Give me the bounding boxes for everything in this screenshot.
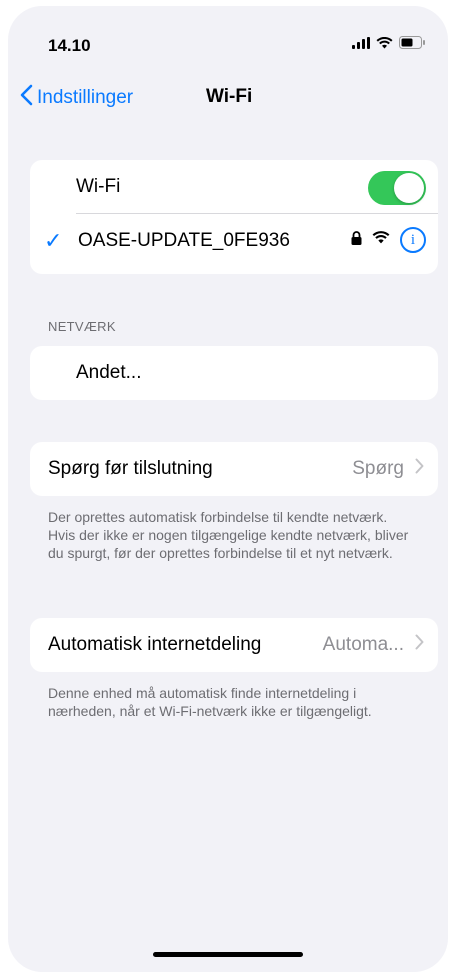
connected-network-name: OASE-UPDATE_0FE936 (78, 230, 290, 251)
phone-screen: 14.10 Indstillinger Wi-Fi Wi-Fi ✓ OASE-U… (8, 6, 448, 972)
auto-hotspot-value: Automa... (322, 634, 404, 655)
auto-hotspot-group: Automatisk internetdeling Automa... (30, 618, 438, 672)
lock-icon (351, 230, 362, 250)
info-icon[interactable]: i (400, 227, 426, 253)
wifi-group: Wi-Fi ✓ OASE-UPDATE_0FE936 i (30, 160, 438, 274)
other-network-row[interactable]: Andet... (30, 346, 438, 400)
ask-to-join-group: Spørg før tilslutning Spørg (30, 442, 438, 496)
cellular-signal-icon (352, 36, 370, 54)
ask-to-join-value: Spørg (352, 458, 404, 479)
navigation-bar: Indstillinger Wi-Fi (8, 76, 448, 120)
chevron-left-icon (20, 84, 33, 112)
status-icons (352, 36, 426, 54)
auto-hotspot-row[interactable]: Automatisk internetdeling Automa... (30, 618, 438, 672)
connected-network-row[interactable]: ✓ OASE-UPDATE_0FE936 i (30, 214, 438, 274)
back-label: Indstillinger (37, 87, 134, 108)
network-status-icons: i (351, 227, 426, 253)
wifi-toggle[interactable] (368, 171, 426, 205)
auto-hotspot-footer: Denne enhed må automatisk finde internet… (48, 685, 372, 719)
toggle-knob (394, 173, 424, 203)
wifi-signal-icon (372, 231, 390, 249)
other-network-label: Andet... (76, 362, 142, 383)
battery-icon (399, 36, 426, 54)
ask-to-join-row[interactable]: Spørg før tilslutning Spørg (30, 442, 438, 496)
section-header-networks: NETVÆRK (48, 319, 116, 334)
wifi-toggle-row: Wi-Fi (30, 160, 438, 214)
checkmark-icon: ✓ (44, 228, 63, 253)
ask-to-join-footer: Der oprettes automatisk forbindelse til … (48, 509, 409, 561)
chevron-right-icon (415, 457, 424, 480)
wifi-toggle-label: Wi-Fi (76, 176, 121, 197)
page-title: Wi-Fi (206, 86, 253, 107)
wifi-icon (376, 36, 393, 54)
status-bar: 14.10 (8, 6, 448, 86)
networks-group: Andet... (30, 346, 438, 400)
back-button[interactable]: Indstillinger (20, 84, 133, 112)
status-time: 14.10 (48, 36, 91, 55)
auto-hotspot-label: Automatisk internetdeling (48, 634, 262, 655)
home-indicator[interactable] (153, 952, 303, 957)
chevron-right-icon (415, 633, 424, 656)
ask-to-join-label: Spørg før tilslutning (48, 458, 213, 479)
